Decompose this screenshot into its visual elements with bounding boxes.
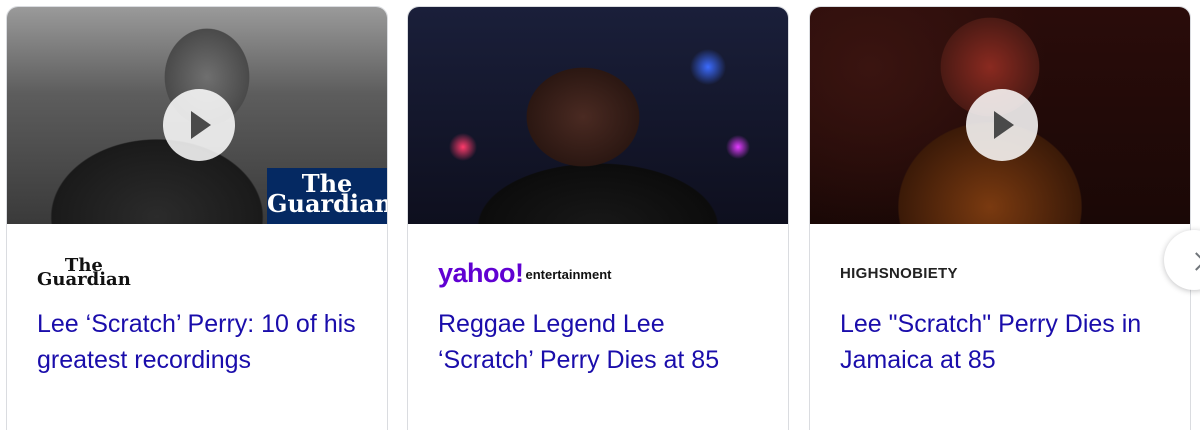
card-headline-link[interactable]: Reggae Legend Lee ‘Scratch’ Perry Dies a… [438, 306, 758, 378]
source-logo-text: HIGHSNOBIETY [840, 264, 958, 282]
card-headline-link[interactable]: Lee ‘Scratch’ Perry: 10 of his greatest … [37, 306, 357, 378]
news-carousel: The Guardian The Guardian Lee ‘Scratch’ … [0, 0, 1200, 430]
source-logo-sub: entertainment [525, 267, 612, 282]
card-thumbnail[interactable] [810, 7, 1190, 224]
source-logo-guardian: The Guardian [37, 252, 357, 294]
source-logo-yahoo: yahoo! entertainment [438, 252, 758, 294]
play-icon[interactable] [163, 89, 235, 161]
card-thumbnail[interactable] [408, 7, 788, 224]
news-card[interactable]: The Guardian The Guardian Lee ‘Scratch’ … [6, 6, 388, 430]
play-icon[interactable] [966, 89, 1038, 161]
source-logo-highsnobiety: HIGHSNOBIETY [840, 252, 1160, 294]
thumbnail-guardian-logo: The Guardian [267, 168, 387, 224]
news-card[interactable]: yahoo! entertainment Reggae Legend Lee ‘… [407, 6, 789, 430]
chevron-right-icon [1187, 252, 1200, 271]
source-logo-line: Guardian [37, 269, 131, 290]
card-thumbnail[interactable]: The Guardian [7, 7, 387, 224]
news-card[interactable]: HIGHSNOBIETY Lee "Scratch" Perry Dies in… [809, 6, 1191, 430]
card-headline-link[interactable]: Lee "Scratch" Perry Dies in Jamaica at 8… [840, 306, 1160, 378]
source-logo-main: yahoo! [438, 257, 524, 288]
